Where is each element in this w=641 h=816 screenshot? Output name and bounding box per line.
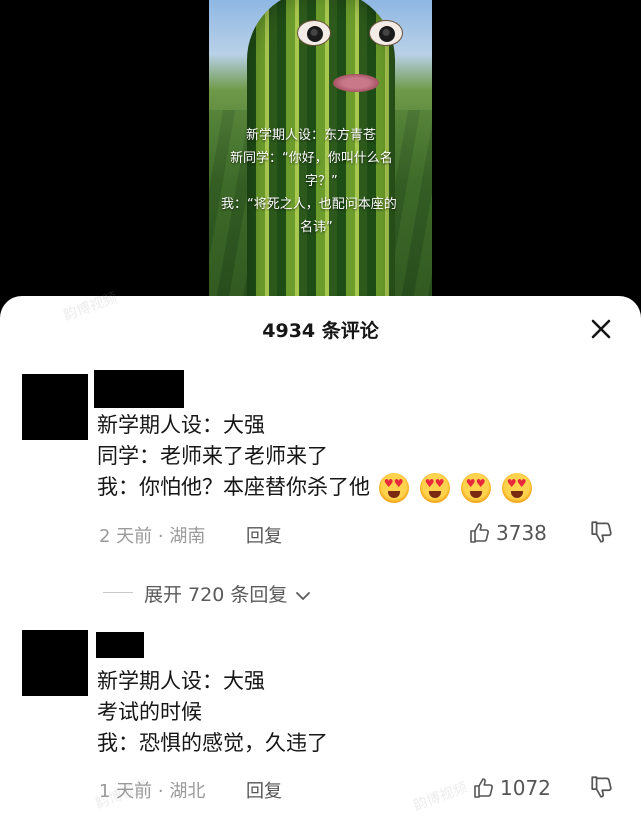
- thumbs-down-icon: [591, 776, 612, 798]
- caption-line: 我：“将死之人，也配问本座的: [221, 197, 397, 212]
- comment-count-title: 4934 条评论: [262, 320, 379, 342]
- divider-line: [103, 592, 133, 593]
- username-redacted[interactable]: [94, 370, 184, 408]
- avatar[interactable]: [22, 630, 88, 696]
- close-icon: [591, 319, 611, 339]
- left-eye: [297, 20, 331, 46]
- like-count: 3738: [496, 521, 547, 545]
- reply-button[interactable]: 回复: [246, 522, 282, 548]
- lips: [333, 74, 379, 92]
- comment-meta: 2 天前 · 湖南 回复 3738: [0, 519, 641, 547]
- dislike-button[interactable]: [589, 774, 615, 802]
- emoji-row: [378, 473, 543, 503]
- comment-line: 新学期人设：大强: [97, 669, 265, 693]
- thumbs-up-icon: [470, 523, 489, 543]
- like-button[interactable]: 3738: [468, 519, 547, 547]
- expand-replies-label: 展开 720 条回复: [144, 584, 288, 606]
- avatar[interactable]: [22, 374, 88, 440]
- comment-line: 我：恐惧的感觉，久违了: [97, 731, 328, 755]
- caption-line: 新学期人设：东方青苍: [246, 128, 377, 143]
- like-button[interactable]: 1072: [472, 774, 551, 802]
- video-player[interactable]: 新学期人设：东方青苍 新同学：“你好，你叫什么名 字？” 我：“将死之人，也配问…: [0, 0, 641, 310]
- heart-eyes-emoji: [501, 473, 532, 503]
- comment-line: 同学：老师来了老师来了: [97, 444, 328, 468]
- close-button[interactable]: [588, 316, 614, 342]
- comment-line: 新学期人设：大强: [97, 413, 265, 437]
- heart-eyes-emoji: [419, 473, 450, 503]
- expand-replies-button[interactable]: 展开 720 条回复: [144, 580, 311, 607]
- comment-item: 新学期人设：大强 同学：老师来了老师来了 我：你怕他？本座替你杀了他 2 天前 …: [0, 370, 641, 570]
- username-redacted[interactable]: [96, 632, 144, 658]
- comment-line: 我：你怕他？本座替你杀了他: [97, 475, 370, 499]
- reply-button[interactable]: 回复: [246, 777, 282, 803]
- thumbs-up-icon: [474, 778, 493, 798]
- like-count: 1072: [500, 776, 551, 800]
- time-location: 2 天前 · 湖南: [99, 526, 206, 547]
- heart-eyes-emoji: [460, 473, 491, 503]
- chevron-down-icon: [296, 591, 311, 600]
- caption-line: 新同学：“你好，你叫什么名: [230, 151, 393, 166]
- caption-line: 名讳”: [300, 220, 333, 235]
- dislike-button[interactable]: [589, 519, 615, 547]
- heart-eyes-emoji: [378, 473, 409, 503]
- comment-sheet: 4934 条评论 新学期人设：大强 同学：老师来了老师来了 我：你怕他？本座替你…: [0, 290, 641, 816]
- comment-line: 考试的时候: [97, 700, 202, 724]
- comment-line-with-emoji: 我：你怕他？本座替你杀了他: [97, 472, 543, 503]
- right-eye: [369, 20, 403, 46]
- comment-item: 新学期人设：大强 考试的时候 我：恐惧的感觉，久违了 1 天前 · 湖北 回复 …: [0, 630, 641, 816]
- thumbs-down-icon: [591, 521, 612, 543]
- expand-replies-row[interactable]: 展开 720 条回复: [0, 578, 641, 608]
- caption-line: 字？”: [305, 174, 338, 189]
